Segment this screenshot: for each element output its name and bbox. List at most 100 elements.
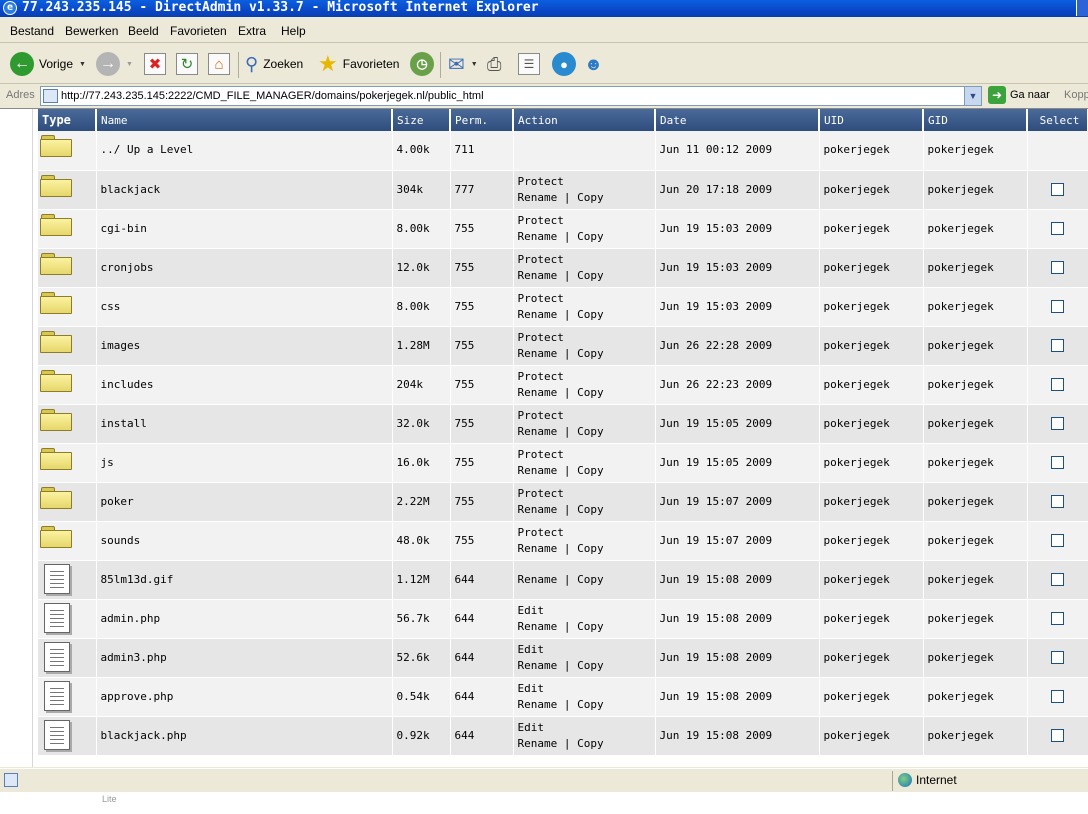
header-uid[interactable]: UID: [819, 109, 924, 131]
select-checkbox[interactable]: [1051, 534, 1064, 547]
folder-icon[interactable]: [40, 174, 72, 197]
action-primary-link[interactable]: Protect: [518, 369, 655, 385]
file-perm[interactable]: 755: [450, 248, 514, 288]
action-rename-copy-links[interactable]: Rename | Copy: [518, 658, 655, 674]
select-checkbox[interactable]: [1051, 612, 1064, 625]
header-type[interactable]: Type: [38, 109, 97, 131]
address-dropdown-icon[interactable]: ▼: [964, 87, 981, 105]
action-rename-copy-links[interactable]: Rename | Copy: [518, 736, 655, 752]
select-checkbox[interactable]: [1051, 378, 1064, 391]
file-perm[interactable]: 644: [450, 716, 514, 756]
window-control-button[interactable]: [1076, 0, 1088, 16]
folder-icon[interactable]: [40, 525, 72, 548]
action-primary-link[interactable]: Protect: [518, 330, 655, 346]
action-rename-copy-links[interactable]: Rename | Copy: [518, 307, 655, 323]
menu-beeld[interactable]: Beeld: [128, 24, 159, 38]
file-perm[interactable]: 644: [450, 599, 514, 639]
menu-favorieten[interactable]: Favorieten: [170, 24, 227, 38]
menu-bewerken[interactable]: Bewerken: [65, 24, 118, 38]
action-rename-copy-links[interactable]: Rename | Copy: [518, 268, 655, 284]
menu-bestand[interactable]: Bestand: [10, 24, 54, 38]
select-checkbox[interactable]: [1051, 222, 1064, 235]
print-button[interactable]: ⎙: [487, 50, 501, 78]
action-primary-link[interactable]: Protect: [518, 291, 655, 307]
file-perm[interactable]: 755: [450, 365, 514, 405]
address-input[interactable]: http://77.243.235.145:2222/CMD_FILE_MANA…: [40, 86, 982, 106]
file-name[interactable]: sounds: [96, 521, 393, 561]
file-perm[interactable]: 755: [450, 404, 514, 444]
file-perm[interactable]: 644: [450, 677, 514, 717]
action-primary-link[interactable]: Edit: [518, 720, 655, 736]
menu-help[interactable]: Help: [281, 24, 306, 38]
select-checkbox[interactable]: [1051, 651, 1064, 664]
folder-icon[interactable]: [40, 447, 72, 470]
edit-button[interactable]: ☰: [518, 50, 540, 78]
mail-dropdown-icon[interactable]: ▼: [471, 61, 478, 68]
action-primary-link[interactable]: Protect: [518, 486, 655, 502]
select-checkbox[interactable]: [1051, 417, 1064, 430]
folder-icon[interactable]: [40, 291, 72, 314]
file-perm[interactable]: 644: [450, 560, 514, 600]
folder-icon[interactable]: [40, 330, 72, 353]
header-gid[interactable]: GID: [923, 109, 1028, 131]
history-button[interactable]: ◷: [410, 50, 434, 78]
file-icon[interactable]: [44, 602, 70, 633]
folder-icon[interactable]: [40, 252, 72, 275]
address-url[interactable]: http://77.243.235.145:2222/CMD_FILE_MANA…: [61, 90, 484, 102]
file-name[interactable]: admin.php: [96, 599, 393, 639]
folder-icon[interactable]: [40, 213, 72, 236]
file-perm[interactable]: 755: [450, 287, 514, 327]
file-perm[interactable]: 711: [450, 131, 514, 171]
select-checkbox[interactable]: [1051, 495, 1064, 508]
back-button[interactable]: ← Vorige ▼: [10, 50, 86, 78]
action-primary-link[interactable]: Protect: [518, 408, 655, 424]
action-rename-copy-links[interactable]: Rename | Copy: [518, 619, 655, 635]
action-primary-link[interactable]: Edit: [518, 603, 655, 619]
file-name[interactable]: install: [96, 404, 393, 444]
select-checkbox[interactable]: [1051, 339, 1064, 352]
file-name[interactable]: css: [96, 287, 393, 327]
file-icon[interactable]: [44, 680, 70, 711]
favorites-button[interactable]: ★ Favorieten: [318, 50, 399, 78]
action-rename-copy-links[interactable]: Rename | Copy: [518, 346, 655, 362]
links-label[interactable]: Kopp: [1064, 89, 1088, 101]
mail-button[interactable]: ✉ ▼: [448, 50, 478, 78]
action-rename-copy-links[interactable]: Rename | Copy: [518, 502, 655, 518]
forward-dropdown-icon[interactable]: ▼: [126, 61, 133, 68]
action-primary-link[interactable]: Protect: [518, 447, 655, 463]
go-button[interactable]: ➜ Ga naar: [988, 86, 1050, 104]
header-name[interactable]: Name: [96, 109, 393, 131]
file-name[interactable]: 85lm13d.gif: [96, 560, 393, 600]
action-primary-link[interactable]: Protect: [518, 174, 655, 190]
action-rename-copy-links[interactable]: Rename | Copy: [518, 385, 655, 401]
action-primary-link[interactable]: Protect: [518, 252, 655, 268]
action-rename-copy-links[interactable]: Rename | Copy: [518, 697, 655, 713]
file-icon[interactable]: [44, 719, 70, 750]
action-rename-copy-links[interactable]: Rename | Copy: [518, 541, 655, 557]
header-size[interactable]: Size: [392, 109, 451, 131]
file-icon[interactable]: [44, 563, 70, 594]
select-checkbox[interactable]: [1051, 456, 1064, 469]
file-icon[interactable]: [44, 641, 70, 672]
select-checkbox[interactable]: [1051, 690, 1064, 703]
select-checkbox[interactable]: [1051, 183, 1064, 196]
folder-icon[interactable]: [40, 369, 72, 392]
file-perm[interactable]: 755: [450, 326, 514, 366]
file-perm[interactable]: 755: [450, 209, 514, 249]
select-checkbox[interactable]: [1051, 261, 1064, 274]
forward-button[interactable]: → ▼: [96, 50, 133, 78]
action-primary-link[interactable]: Protect: [518, 213, 655, 229]
file-name[interactable]: ../ Up a Level: [96, 131, 393, 171]
header-perm[interactable]: Perm.: [450, 109, 514, 131]
file-perm[interactable]: 644: [450, 638, 514, 678]
select-checkbox[interactable]: [1051, 729, 1064, 742]
action-primary-link[interactable]: Protect: [518, 525, 655, 541]
stop-button[interactable]: ✖: [144, 50, 166, 78]
file-perm[interactable]: 755: [450, 521, 514, 561]
file-name[interactable]: images: [96, 326, 393, 366]
folder-icon[interactable]: [40, 486, 72, 509]
menu-extra[interactable]: Extra: [238, 24, 266, 38]
file-name[interactable]: blackjack.php: [96, 716, 393, 756]
refresh-button[interactable]: ↻: [176, 50, 198, 78]
action-rename-copy-links[interactable]: Rename | Copy: [518, 424, 655, 440]
